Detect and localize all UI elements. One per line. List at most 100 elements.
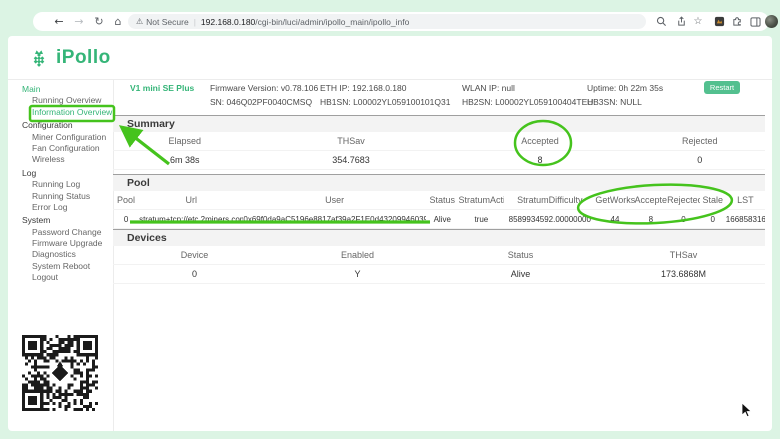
sidebar-item-information-overview[interactable]: Information Overview [8, 107, 113, 118]
pool-stale-value: 0 [700, 215, 726, 224]
hb2sn: HB2SN: L00002YL059100404TEU [462, 97, 593, 107]
home-icon[interactable]: ⌂ [110, 12, 126, 31]
sidebar-section-system: System [8, 215, 113, 226]
device-thsav-value: 173.6868M [602, 269, 765, 279]
pool-id-value: 0 [113, 215, 139, 224]
pineapple-icon [28, 47, 50, 69]
address-separator: | [194, 17, 196, 27]
sidebar-item-running-overview[interactable]: Running Overview [8, 95, 113, 106]
sidebar-item-fan-configuration[interactable]: Fan Configuration [8, 143, 113, 154]
summary-col-rejected: Rejected [635, 136, 765, 146]
url-path: /cgi-bin/luci/admin/ipollo_main/ipollo_i… [255, 17, 409, 27]
pool-lst-value: 1668583167 [726, 215, 765, 224]
pool-col-rejected: Rejected [667, 195, 700, 205]
qr-code [22, 335, 98, 411]
devices-section: Devices Device Enabled Status THSav 0 Y … [113, 229, 765, 284]
summary-table-row: 6m 38s 354.7683 8 0 [113, 151, 765, 170]
sidebar: Main Running Overview Information Overvi… [8, 84, 113, 284]
devices-col-thsav: THSav [602, 250, 765, 260]
pool-col-lst: LST [726, 195, 765, 205]
header-divider [8, 79, 772, 80]
warning-icon: ⚠ [136, 17, 143, 26]
pool-col-stale: Stale [700, 195, 726, 205]
pool-rejected-value: 0 [667, 215, 700, 224]
summary-col-elapsed: Elapsed [113, 136, 256, 146]
sidebar-item-wireless[interactable]: Wireless [8, 154, 113, 165]
summary-accepted-value: 8 [446, 155, 635, 165]
sidebar-item-running-status[interactable]: Running Status [8, 191, 113, 202]
uptime: Uptime: 0h 22m 35s [587, 83, 663, 93]
pool-status-value: Alive [426, 215, 459, 224]
sidebar-item-diagnostics[interactable]: Diagnostics [8, 249, 113, 260]
pool-stratumdifficulty-value: 8589934592.00000000 [504, 215, 595, 224]
devices-title: Devices [113, 229, 765, 246]
pool-table-header: Pool Url User Status StratumActive Strat… [113, 191, 765, 210]
pool-title: Pool [113, 174, 765, 191]
pool-col-pool: Pool [113, 195, 139, 205]
devices-col-enabled: Enabled [276, 250, 439, 260]
summary-elapsed-value: 6m 38s [113, 155, 256, 165]
serial-number: SN: 046Q02PF0040CMSQ [210, 97, 312, 107]
pool-accepted-value: 8 [635, 215, 668, 224]
sidebar-item-system-reboot[interactable]: System Reboot [8, 261, 113, 272]
extension-icon[interactable] [711, 14, 727, 29]
sidebar-item-logout[interactable]: Logout [8, 272, 113, 283]
pool-user-value: 0x69f0da9aC5196e8817af39a2F1E0d432099460… [243, 215, 426, 224]
brand-logo: iPollo [28, 47, 111, 69]
restart-button[interactable]: Restart [704, 81, 740, 94]
pool-url-value: stratum+tcp://etc.2miners.com:1010 [139, 215, 243, 224]
pool-table-row: 0 stratum+tcp://etc.2miners.com:1010 0x6… [113, 210, 765, 229]
sidebar-section-main: Main [8, 84, 113, 95]
sidebar-item-password-change[interactable]: Password Change [8, 227, 113, 238]
devices-col-device: Device [113, 250, 276, 260]
devices-col-status: Status [439, 250, 602, 260]
pool-col-status: Status [426, 195, 459, 205]
sidebar-item-firmware-upgrade[interactable]: Firmware Upgrade [8, 238, 113, 249]
pool-col-stratumactive: StratumActive [459, 195, 505, 205]
sidebar-item-error-log[interactable]: Error Log [8, 202, 113, 213]
address-bar[interactable]: ⚠ Not Secure | 192.168.0.180/cgi-bin/luc… [128, 14, 646, 29]
url-domain: 192.168.0.180 [201, 17, 255, 27]
summary-col-thsav: THSav [256, 136, 445, 146]
sidebar-section-log: Log [8, 168, 113, 179]
device-enabled-value: Y [276, 269, 439, 279]
back-icon[interactable]: ← [51, 12, 67, 31]
forward-icon[interactable]: → [71, 12, 87, 31]
devices-table-row: 0 Y Alive 173.6868M [113, 265, 765, 284]
device-id-value: 0 [113, 269, 276, 279]
browser-toolbar: ← → ↻ ⌂ ⚠ Not Secure | 192.168.0.180/cgi… [33, 12, 769, 31]
security-label: Not Secure [146, 17, 189, 27]
summary-rejected-value: 0 [635, 155, 765, 165]
eth-ip: ETH IP: 192.168.0.180 [320, 83, 406, 93]
pool-section: Pool Pool Url User Status StratumActive … [113, 174, 765, 229]
firmware-version: Firmware Version: v0.78.106 [210, 83, 318, 93]
hb1sn: HB1SN: L00002YL059100101Q31 [320, 97, 450, 107]
summary-thsav-value: 354.7683 [256, 155, 445, 165]
bookmark-icon[interactable]: ☆ [690, 12, 706, 31]
hb3sn: HB3SN: NULL [587, 97, 642, 107]
reload-icon[interactable]: ↻ [91, 12, 107, 31]
pool-getworks-value: 44 [595, 215, 634, 224]
search-icon[interactable] [653, 14, 669, 29]
pool-col-stratumdifficulty: StratumDifficulty [504, 195, 595, 205]
sidebar-section-configuration: Configuration [8, 120, 113, 131]
extensions-puzzle-icon[interactable] [729, 14, 745, 29]
summary-col-accepted: Accepted [446, 136, 635, 146]
sidebar-item-running-log[interactable]: Running Log [8, 179, 113, 190]
summary-table-header: Elapsed THSav Accepted Rejected [113, 132, 765, 151]
share-icon[interactable] [673, 14, 689, 29]
device-status-value: Alive [439, 269, 602, 279]
side-panel-icon[interactable] [747, 14, 763, 29]
profile-avatar[interactable] [765, 15, 778, 28]
pool-col-accepted: Accepted [635, 195, 668, 205]
page-panel: iPollo Main Running Overview Information… [8, 36, 772, 431]
pool-col-getworks: GetWorks [595, 195, 634, 205]
pool-col-user: User [243, 195, 426, 205]
sidebar-item-miner-configuration[interactable]: Miner Configuration [8, 132, 113, 143]
summary-section: Summary Elapsed THSav Accepted Rejected … [113, 115, 765, 170]
pool-col-url: Url [139, 195, 243, 205]
brand-name: iPollo [56, 47, 111, 69]
summary-title: Summary [113, 115, 765, 132]
device-model: V1 mini SE Plus [130, 83, 194, 93]
devices-table-header: Device Enabled Status THSav [113, 246, 765, 265]
